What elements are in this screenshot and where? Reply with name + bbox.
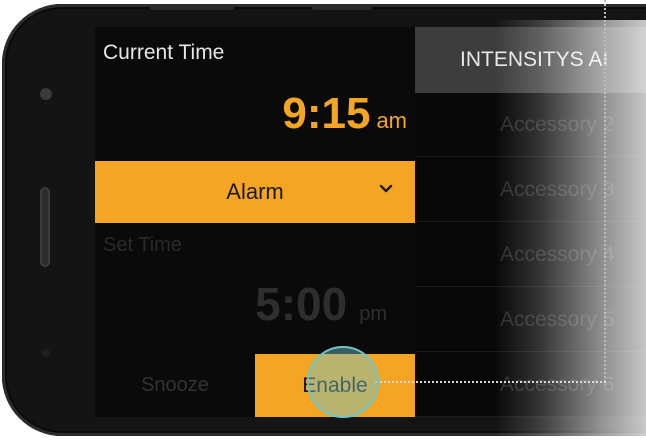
mode-dropdown-value: Alarm xyxy=(226,179,284,204)
speaker-grille xyxy=(40,187,50,267)
screenshot-stage: Current Time 9:15 am Alarm Set Time 5:00… xyxy=(0,0,646,441)
set-time-label: Set Time xyxy=(103,234,182,256)
list-item[interactable]: Accessory 4 xyxy=(415,223,646,287)
list-item[interactable]: Accessory 5 xyxy=(415,288,646,352)
annotation-line-vertical xyxy=(604,0,606,382)
set-time-value: 5:00 xyxy=(255,278,348,330)
tap-indicator xyxy=(307,346,379,418)
annotation-line-horizontal xyxy=(375,381,606,383)
current-time-value: 9:15 xyxy=(282,89,371,138)
chevron-down-icon xyxy=(379,184,393,193)
current-time-period: am xyxy=(376,108,407,133)
set-time-display[interactable]: 5:00 pm xyxy=(255,277,387,331)
accessory-panel: INTENSITYS AI Accessory 2 Accessory 3 Ac… xyxy=(415,27,646,417)
list-item[interactable]: Accessory 2 xyxy=(415,93,646,157)
sensor-dot xyxy=(42,349,50,357)
list-item[interactable]: Accessory 6 xyxy=(415,353,646,417)
volume-button xyxy=(150,4,234,10)
intensity-header: INTENSITYS AI xyxy=(415,27,646,93)
mode-dropdown[interactable]: Alarm xyxy=(95,161,415,223)
power-button xyxy=(312,4,372,10)
snooze-button[interactable]: Snooze xyxy=(95,354,255,416)
set-time-period: pm xyxy=(359,303,387,325)
list-item[interactable]: Accessory 3 xyxy=(415,158,646,222)
camera-icon xyxy=(40,88,52,100)
current-time-label: Current Time xyxy=(103,41,225,64)
current-time-display: 9:15 am xyxy=(282,89,407,139)
